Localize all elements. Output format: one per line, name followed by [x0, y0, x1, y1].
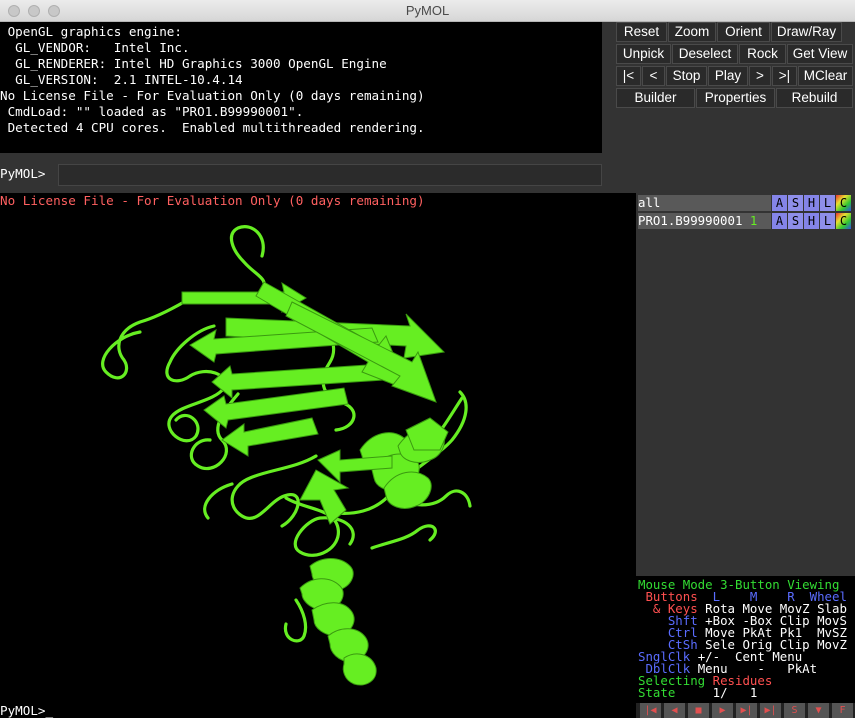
movie-forward-icon[interactable]: ▶|: [736, 703, 758, 718]
movie-play-icon[interactable]: ▶: [712, 703, 734, 718]
rebuild-button[interactable]: Rebuild: [776, 88, 853, 108]
hide-button[interactable]: H: [803, 213, 819, 229]
console-line: GL_VENDOR: Intel Inc.: [0, 40, 190, 55]
color-button[interactable]: C: [835, 213, 851, 229]
rock-button[interactable]: Rock: [739, 44, 786, 64]
movie-menu-icon[interactable]: ▼: [808, 703, 830, 718]
end-button[interactable]: >|: [772, 66, 797, 86]
command-prompt-label: PyMOL>: [0, 166, 46, 181]
fullscreen-button[interactable]: F: [832, 703, 854, 718]
orient-button[interactable]: Orient: [717, 22, 770, 42]
console-line: No License File - For Evaluation Only (0…: [0, 88, 425, 103]
mclear-button[interactable]: MClear: [798, 66, 853, 86]
window-titlebar: PyMOL: [0, 0, 855, 22]
deselect-button[interactable]: Deselect: [672, 44, 738, 64]
back-button[interactable]: <: [642, 66, 665, 86]
rewind-button[interactable]: |<: [616, 66, 641, 86]
mouse-mode-panel[interactable]: Mouse Mode 3-Button Viewing Buttons L M …: [636, 576, 855, 703]
get-view-button[interactable]: Get View: [787, 44, 853, 64]
mouse-cell: MovZ: [817, 637, 847, 652]
forward-button[interactable]: >: [749, 66, 771, 86]
console-line: OpenGL graphics engine:: [0, 24, 182, 39]
show-button[interactable]: S: [787, 213, 803, 229]
object-state: 1: [749, 213, 758, 228]
show-button[interactable]: S: [787, 195, 803, 211]
color-button[interactable]: C: [835, 195, 851, 211]
draw-ray-button[interactable]: Draw/Ray: [771, 22, 842, 42]
builder-button[interactable]: Builder: [616, 88, 695, 108]
state-label: State: [638, 685, 676, 700]
window-title: PyMOL: [405, 3, 450, 18]
movie-stop-icon[interactable]: ■: [688, 703, 710, 718]
mouse-cell: PkAt: [787, 661, 818, 676]
stop-button[interactable]: Stop: [666, 66, 707, 86]
movie-rewind-icon[interactable]: |◀: [640, 703, 662, 718]
console-line: Detected 4 CPU cores. Enabled multithrea…: [0, 120, 425, 135]
hide-button[interactable]: H: [803, 195, 819, 211]
movie-end-icon[interactable]: ▶|: [760, 703, 782, 718]
viewer-command-prompt[interactable]: PyMOL>_: [0, 703, 636, 718]
object-row-pro1[interactable]: PRO1.B99990001 1 A S H L C: [638, 213, 855, 229]
molecule-viewer[interactable]: No License File - For Evaluation Only (0…: [0, 193, 636, 703]
object-row-all[interactable]: all A S H L C: [638, 195, 855, 211]
reset-button[interactable]: Reset: [616, 22, 667, 42]
state-line: State 1/ 1: [638, 685, 758, 700]
movie-back-icon[interactable]: ◀: [664, 703, 686, 718]
state-value: 1/ 1: [712, 685, 758, 700]
protein-cartoon: [101, 225, 472, 686]
console-line: CmdLoad: "" loaded as "PRO1.B99990001".: [0, 104, 304, 119]
play-button[interactable]: Play: [708, 66, 748, 86]
movie-scene-button[interactable]: S: [784, 703, 806, 718]
unpick-button[interactable]: Unpick: [616, 44, 671, 64]
object-panel: all A S H L C PRO1.B99990001 1 A S H L C: [636, 193, 855, 576]
console-line: GL_RENDERER: Intel HD Graphics 3000 Open…: [0, 56, 387, 71]
action-button[interactable]: A: [771, 195, 787, 211]
zoom-button[interactable]: Zoom: [668, 22, 716, 42]
console-output[interactable]: OpenGL graphics engine: GL_VENDOR: Intel…: [0, 22, 602, 153]
label-button[interactable]: L: [819, 195, 835, 211]
object-name-text: PRO1.B99990001: [638, 213, 743, 228]
properties-button[interactable]: Properties: [696, 88, 775, 108]
object-name[interactable]: PRO1.B99990001 1: [638, 213, 771, 229]
movie-controls: |◀ ◀ ■ ▶ ▶| ▶| S ▼ F: [636, 703, 855, 718]
action-button[interactable]: A: [771, 213, 787, 229]
console-line: GL_VERSION: 2.1 INTEL-10.4.14: [0, 72, 243, 87]
command-input[interactable]: [58, 164, 602, 186]
object-name[interactable]: all: [638, 195, 771, 211]
label-button[interactable]: L: [819, 213, 835, 229]
